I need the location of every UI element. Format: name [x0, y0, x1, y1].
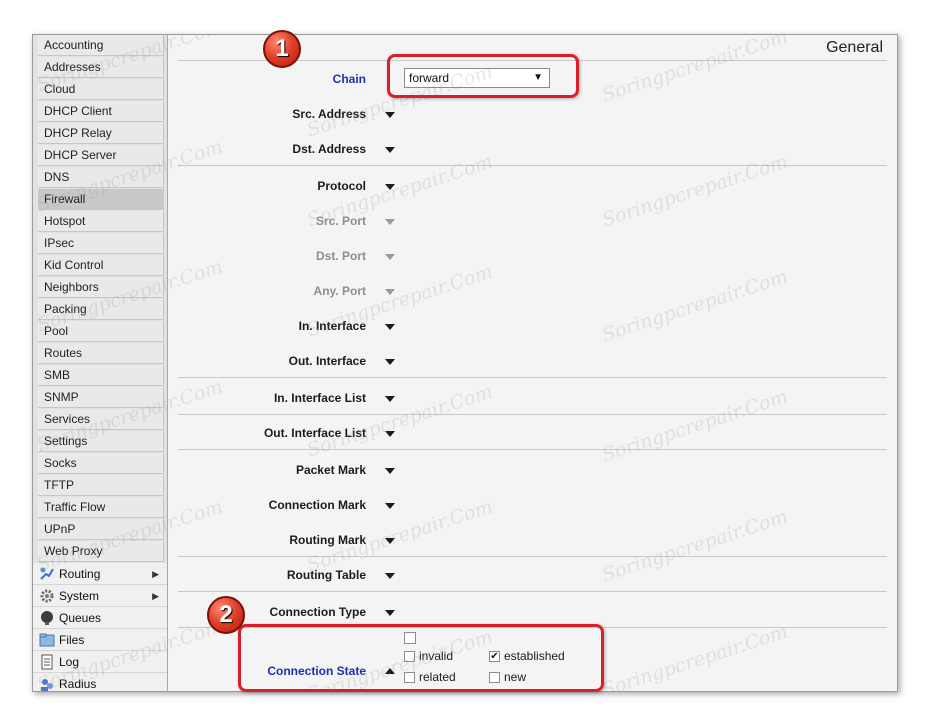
sidebar-item-dhcp-client[interactable]: DHCP Client [38, 101, 164, 122]
sidebar-item-traffic-flow[interactable]: Traffic Flow [38, 497, 164, 518]
menu-item-label: Files [59, 633, 85, 647]
expand-arrow-icon[interactable] [385, 610, 395, 616]
menu-item-radius[interactable]: Radius [33, 673, 167, 691]
sidebar-item-accounting[interactable]: Accounting [38, 35, 164, 56]
expand-arrow-icon[interactable] [385, 431, 395, 437]
expand-arrow-icon[interactable] [385, 573, 395, 579]
expand-arrow-icon[interactable] [385, 112, 395, 118]
menu-item-system[interactable]: System ▶ [33, 585, 167, 607]
field-label-routing-table: Routing Table [286, 568, 366, 582]
field-label-src-address: Src. Address [292, 107, 366, 121]
menu-item-label: Queues [59, 611, 102, 625]
window: Accounting Addresses Cloud DHCP Client DHCP … [32, 34, 898, 692]
menu-item-label: Log [59, 655, 80, 669]
sidebar-item-kid-control[interactable]: Kid Control [38, 255, 164, 276]
sidebar-item-dns[interactable]: DNS [38, 167, 164, 188]
divider [178, 165, 887, 166]
divider [178, 556, 887, 557]
sidebar-item-ipsec[interactable]: IPsec [38, 233, 164, 254]
sidebar-item-hotspot[interactable]: Hotspot [38, 211, 164, 232]
divider [178, 414, 887, 415]
content-panel: General Chain forward ▼ Src. Address Dst.… [168, 35, 897, 691]
menu-item-label: System [59, 589, 100, 603]
expand-arrow-icon[interactable] [385, 147, 395, 153]
sidebar-item-pool[interactable]: Pool [38, 321, 164, 342]
expand-arrow-icon[interactable] [385, 538, 395, 544]
field-label-protocol: Protocol [317, 179, 366, 193]
sidebar-item-dhcp-server[interactable]: DHCP Server [38, 145, 164, 166]
expand-arrow-icon [385, 289, 395, 295]
sidebar-item-web-proxy[interactable]: Web Proxy [38, 541, 164, 562]
field-label-src-port: Src. Port [315, 214, 366, 228]
expand-arrow-icon[interactable] [385, 396, 395, 402]
step-badge-1: 1 [263, 30, 301, 68]
routing-icon [39, 566, 55, 582]
expand-arrow-icon[interactable] [385, 503, 395, 509]
section-title: General [826, 39, 883, 56]
menu-item-label: Radius [59, 677, 97, 691]
sidebar-item-upnp[interactable]: UPnP [38, 519, 164, 540]
field-label-any-port: Any. Port [313, 284, 366, 298]
highlight-box-connection-state [238, 624, 604, 692]
field-label-packet-mark: Packet Mark [295, 463, 366, 477]
sidebar-item-tftp[interactable]: TFTP [38, 475, 164, 496]
sidebar-item-routes[interactable]: Routes [38, 343, 164, 364]
menu-item-files[interactable]: Files [33, 629, 167, 651]
sidebar: Accounting Addresses Cloud DHCP Client DHCP … [33, 35, 168, 691]
field-label-dst-address: Dst. Address [292, 142, 366, 156]
expand-arrow-icon[interactable] [385, 184, 395, 190]
divider [178, 591, 887, 592]
menu-item-log[interactable]: Log [33, 651, 167, 673]
expand-arrow-icon[interactable] [385, 468, 395, 474]
sidebar-item-addresses[interactable]: Addresses [38, 57, 164, 78]
step-badge-2: 2 [207, 596, 245, 634]
sidebar-item-smb[interactable]: SMB [38, 365, 164, 386]
sidebar-item-neighbors[interactable]: Neighbors [38, 277, 164, 298]
folder-icon [39, 632, 55, 648]
submenu-arrow-icon: ▶ [152, 569, 159, 579]
queues-icon [39, 610, 55, 626]
log-icon [39, 654, 55, 670]
sidebar-item-settings[interactable]: Settings [38, 431, 164, 452]
menu-item-label: Routing [59, 567, 101, 581]
submenu-arrow-icon: ▶ [152, 591, 159, 601]
field-label-routing-mark: Routing Mark [289, 533, 366, 547]
field-label-dst-port: Dst. Port [315, 249, 366, 263]
field-label-in-interface-list: In. Interface List [273, 391, 366, 405]
divider [178, 377, 887, 378]
menu-item-routing[interactable]: Routing ▶ [33, 563, 167, 585]
sidebar-item-socks[interactable]: Socks [38, 453, 164, 474]
expand-arrow-icon [385, 219, 395, 225]
sidebar-item-snmp[interactable]: SNMP [38, 387, 164, 408]
expand-arrow-icon[interactable] [385, 324, 395, 330]
field-label-connection-mark: Connection Mark [268, 498, 366, 512]
sidebar-item-packing[interactable]: Packing [38, 299, 164, 320]
sidebar-item-services[interactable]: Services [38, 409, 164, 430]
field-label-in-interface: In. Interface [298, 319, 366, 333]
expand-arrow-icon [385, 254, 395, 260]
sidebar-item-cloud[interactable]: Cloud [38, 79, 164, 100]
divider [178, 449, 887, 450]
sidebar-item-dhcp-relay[interactable]: DHCP Relay [38, 123, 164, 144]
field-label-out-interface: Out. Interface [288, 354, 366, 368]
gear-icon [39, 588, 55, 604]
field-label-connection-type: Connection Type [269, 605, 366, 619]
sidebar-item-firewall[interactable]: Firewall [38, 189, 164, 210]
field-label-out-interface-list: Out. Interface List [263, 426, 366, 440]
expand-arrow-icon[interactable] [385, 359, 395, 365]
radius-icon [39, 676, 55, 691]
chain-label: Chain [332, 72, 366, 86]
highlight-box-chain [387, 54, 579, 98]
menu-item-queues[interactable]: Queues [33, 607, 167, 629]
